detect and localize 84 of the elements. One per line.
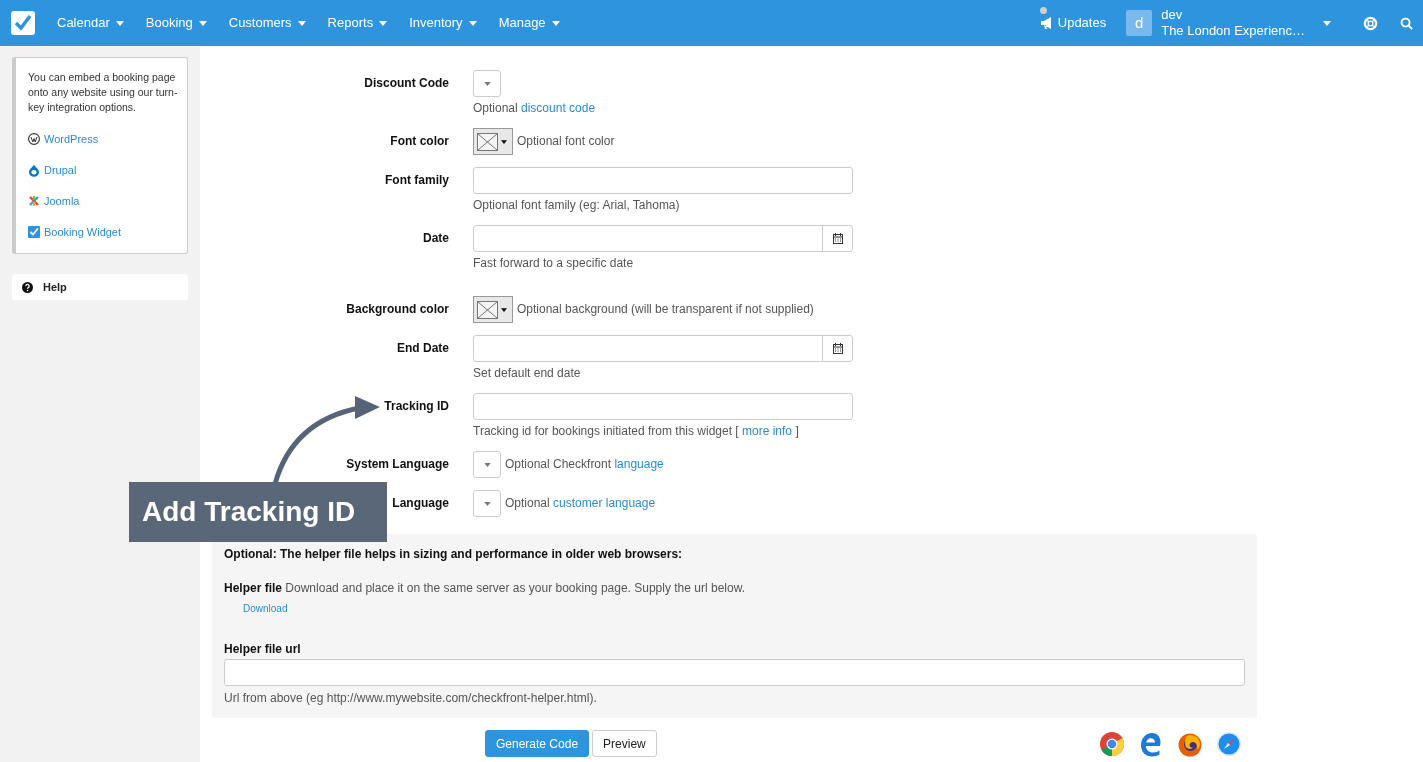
intro-text: You can embed a booking page onto any website using our turn-key integration options.	[28, 70, 179, 115]
calendar-icon	[832, 233, 843, 244]
account-menu[interactable]: d dev The London Experienc…	[1126, 0, 1331, 46]
caret-icon	[297, 20, 306, 26]
preview-button[interactable]: Preview	[592, 730, 657, 757]
integration-link[interactable]: Drupal	[44, 163, 77, 177]
field-label: End Date	[397, 341, 449, 357]
dropdown[interactable]	[473, 451, 501, 478]
nav-menu[interactable]: Inventory	[398, 0, 488, 46]
integration-link[interactable]: Joomla	[44, 194, 80, 208]
help-text: Optional font family (eg: Arial, Tahoma)	[473, 198, 681, 212]
megaphone-icon	[1039, 17, 1054, 29]
field-label: System Language	[346, 457, 449, 473]
browser-icon	[1216, 730, 1242, 757]
dropdown[interactable]	[473, 490, 501, 517]
caret-icon	[483, 501, 491, 506]
help-text: Fast forward to a specific date	[473, 256, 635, 270]
caret-icon	[501, 139, 507, 144]
nav-menu[interactable]: Calendar	[46, 0, 135, 46]
nav-menu[interactable]: Customers	[217, 0, 317, 46]
question-icon	[22, 281, 33, 293]
help-icon[interactable]	[1363, 15, 1378, 31]
field-label: Date	[423, 231, 449, 247]
checkbox-icon	[28, 226, 40, 238]
date-field[interactable]	[473, 225, 853, 252]
calendar-icon	[832, 343, 843, 354]
empty-swatch-icon	[477, 132, 498, 151]
joomla-icon	[28, 195, 40, 207]
nav-menu[interactable]: Manage	[487, 0, 571, 46]
helper-heading: Optional: The helper file helps in sizing and performance in older web browsers:	[224, 547, 684, 561]
user-name: dev	[1161, 7, 1184, 23]
nav-menu[interactable]: Booking	[134, 0, 218, 46]
date-field[interactable]	[473, 335, 853, 362]
field-label: Font family	[385, 173, 449, 189]
text-field[interactable]	[473, 393, 853, 420]
url-field[interactable]	[224, 659, 1245, 686]
help-link[interactable]: language	[614, 457, 664, 471]
help-link[interactable]: discount code	[521, 101, 596, 115]
field-label: Discount Code	[364, 76, 449, 92]
field-hint: Optional Checkfront language	[505, 457, 664, 472]
field-hint: Optional background (will be transparent if not supplied)	[517, 302, 814, 317]
integration-link[interactable]: WordPress	[44, 132, 99, 146]
caret-icon	[468, 20, 477, 26]
empty-swatch-icon	[477, 300, 498, 319]
nav-menu[interactable]: Reports	[316, 0, 399, 46]
drop-icon	[28, 163, 40, 177]
dropdown[interactable]	[473, 70, 501, 97]
field-label: Helper file url	[224, 642, 302, 656]
download-link[interactable]: Download	[243, 603, 288, 615]
updates-button[interactable]: Updates	[1039, 0, 1127, 46]
help-item[interactable]: Help	[12, 274, 188, 300]
caret-icon	[379, 20, 388, 26]
caret-icon	[501, 307, 507, 312]
color-picker[interactable]	[473, 128, 513, 155]
browser-icon	[1099, 730, 1125, 757]
account-name: The London Experienc…	[1161, 23, 1305, 39]
help-text: Url from above (eg http://www.mywebsite.com/checkfront-helper.html).	[224, 691, 598, 705]
help-text: Optional discount code	[473, 101, 596, 115]
search-icon[interactable]	[1400, 16, 1413, 30]
color-picker[interactable]	[473, 296, 513, 323]
field-hint: Optional font color	[517, 134, 615, 149]
field-label: Background color	[346, 302, 449, 318]
help-text: Set default end date	[473, 366, 582, 380]
caret-icon	[198, 20, 207, 26]
help-link[interactable]: customer language	[553, 496, 656, 510]
field-hint: Optional customer language	[505, 496, 656, 511]
helper-description: Helper file Download and place it on the same server as your booking page. Supply the url below.	[224, 581, 746, 595]
field-label: Tracking ID	[384, 399, 449, 415]
field-label: Language	[392, 496, 449, 512]
help-link[interactable]: more info	[742, 424, 793, 438]
caret-icon	[483, 462, 491, 467]
caret-icon	[483, 81, 491, 86]
field-label: Font color	[390, 134, 449, 150]
text-field[interactable]	[473, 167, 853, 194]
help-text: Tracking id for bookings initiated from this widget [ more info ]	[473, 424, 800, 438]
generate-button[interactable]: Generate Code	[485, 730, 590, 757]
logo-icon[interactable]	[11, 11, 35, 35]
caret-icon	[551, 20, 560, 26]
avatar: d	[1126, 10, 1153, 36]
caret-icon	[1323, 20, 1331, 26]
callout: Add Tracking ID	[129, 482, 387, 542]
caret-icon	[115, 20, 124, 26]
wordpress-icon	[28, 133, 40, 145]
integration-link[interactable]: Booking Widget	[44, 225, 122, 239]
